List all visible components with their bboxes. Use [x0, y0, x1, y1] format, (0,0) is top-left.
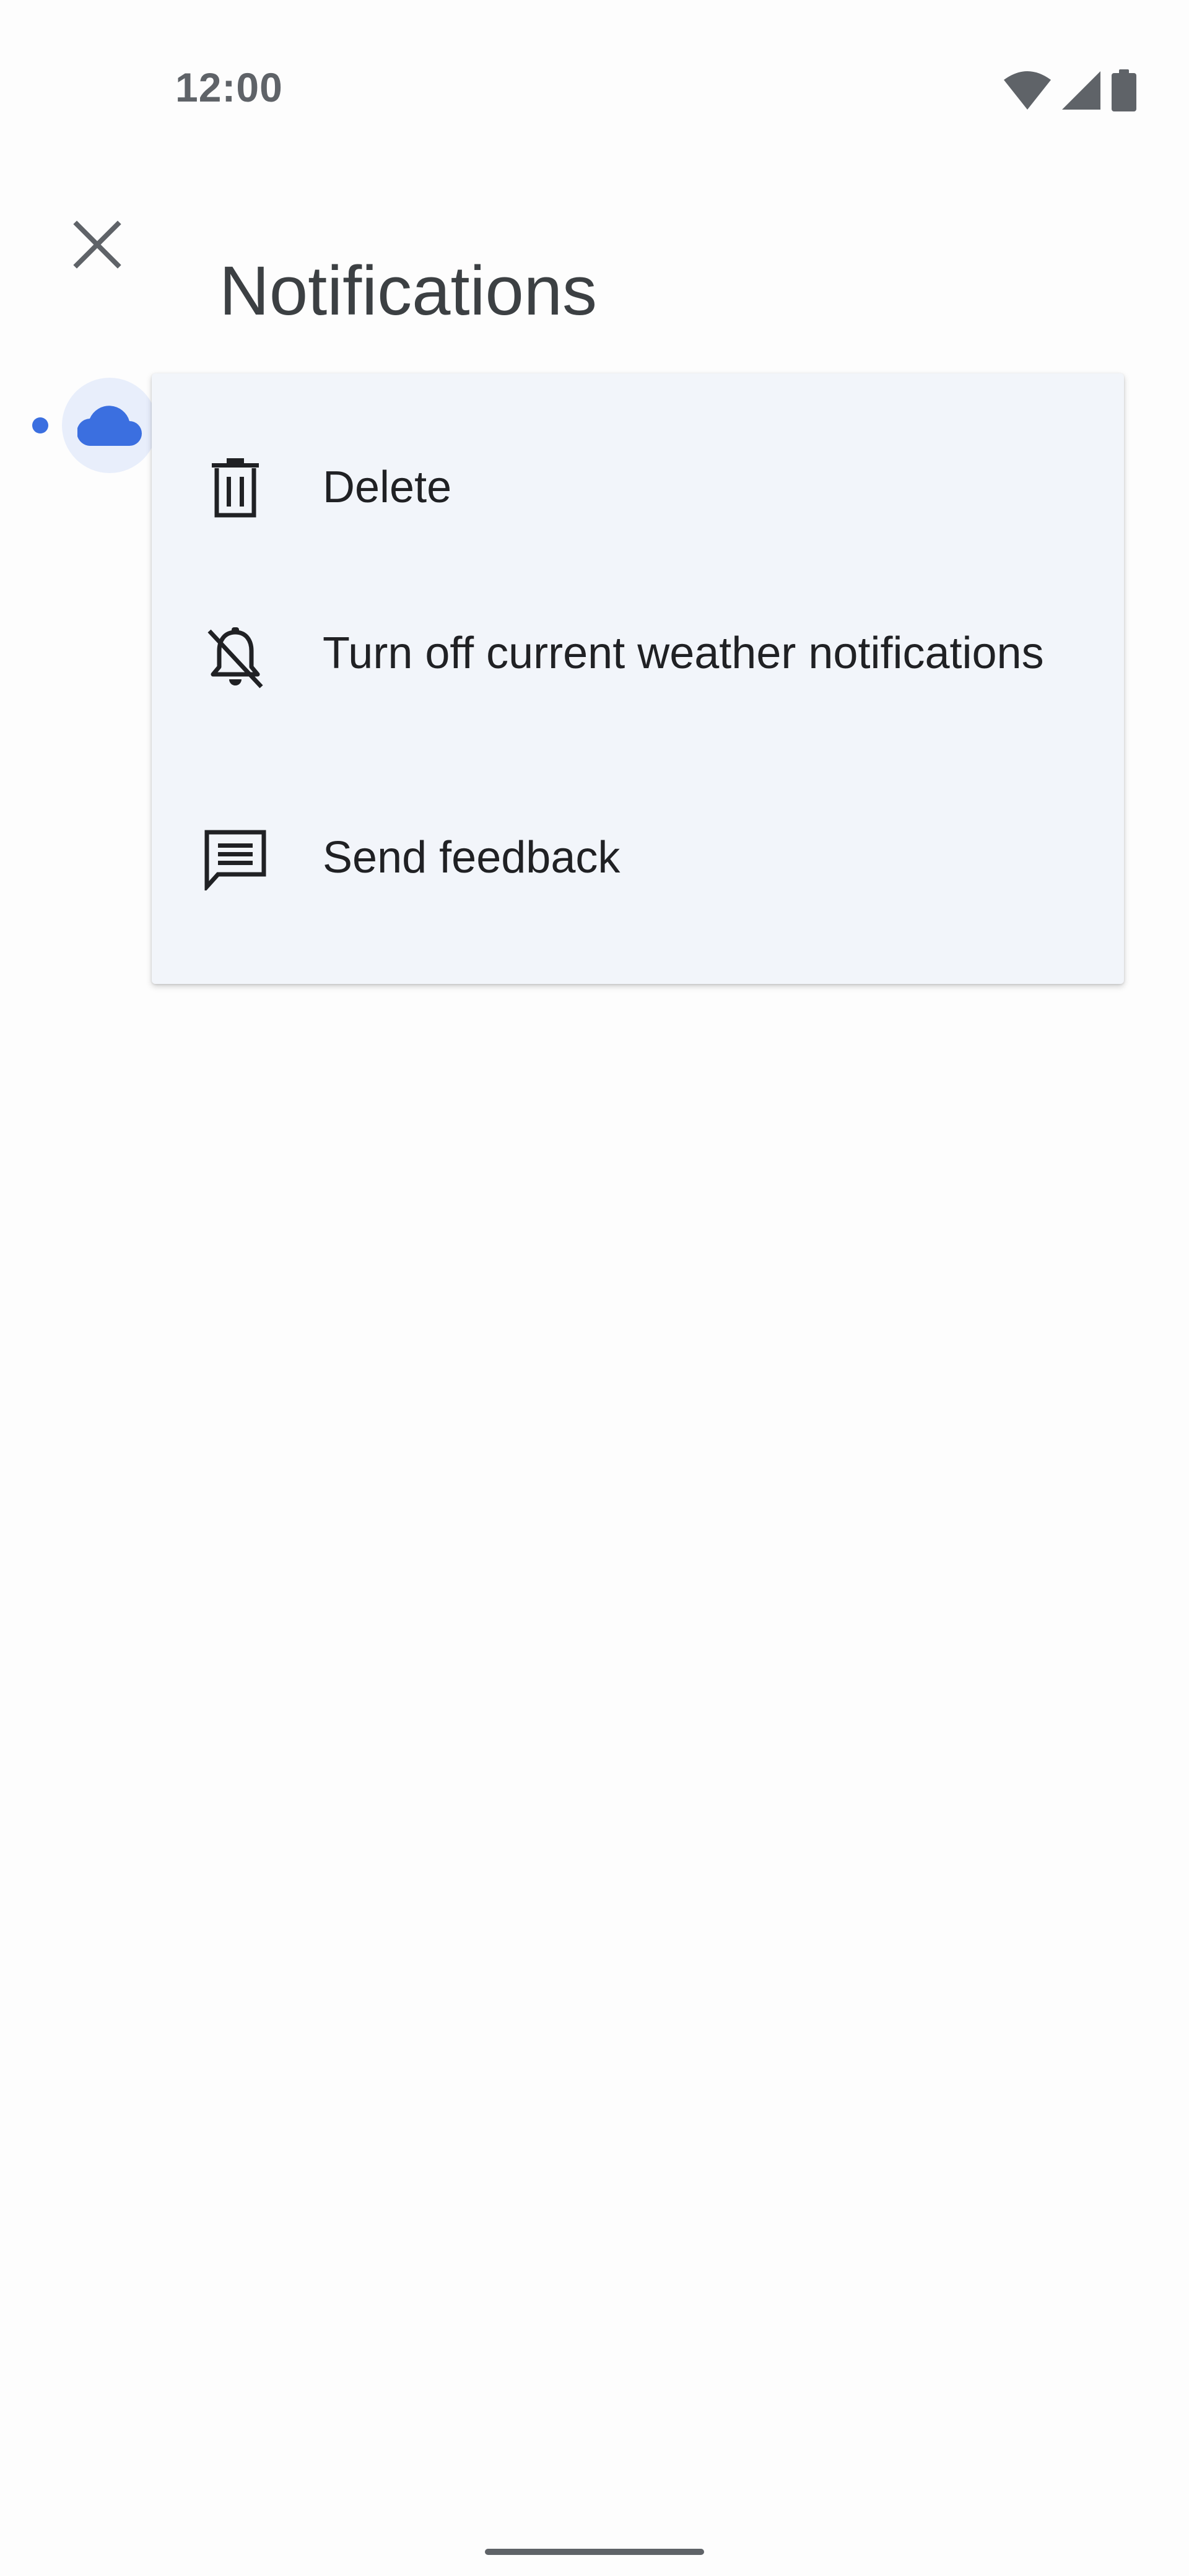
page-title: Notifications	[219, 252, 598, 330]
close-icon	[73, 220, 121, 272]
menu-item-delete[interactable]: Delete	[152, 417, 1124, 559]
menu-item-label: Turn off current weather notifications	[323, 629, 1044, 678]
notification-avatar[interactable]	[62, 378, 157, 473]
screen: 12:00 Notifications Delete Turn off curr…	[0, 0, 1189, 2576]
menu-item-label: Delete	[323, 463, 452, 512]
menu-item-send-feedback[interactable]: Send feedback	[152, 757, 1124, 931]
gesture-nav-bar[interactable]	[485, 2549, 704, 2555]
feedback-icon	[201, 825, 269, 894]
cellular-signal-icon	[1062, 71, 1100, 110]
status-time: 12:00	[175, 64, 283, 110]
overflow-menu: Delete Turn off current weather notifica…	[152, 373, 1124, 984]
wifi-icon	[1004, 71, 1051, 110]
unread-indicator	[32, 417, 48, 433]
close-button[interactable]	[59, 207, 136, 284]
status-icons	[1004, 69, 1136, 111]
menu-item-turn-off-notifications[interactable]: Turn off current weather notifications	[152, 559, 1124, 757]
notifications-off-icon	[201, 624, 269, 692]
menu-item-label: Send feedback	[323, 833, 621, 882]
battery-icon	[1112, 69, 1136, 111]
trash-icon	[201, 454, 269, 522]
cloud-icon	[76, 402, 142, 449]
